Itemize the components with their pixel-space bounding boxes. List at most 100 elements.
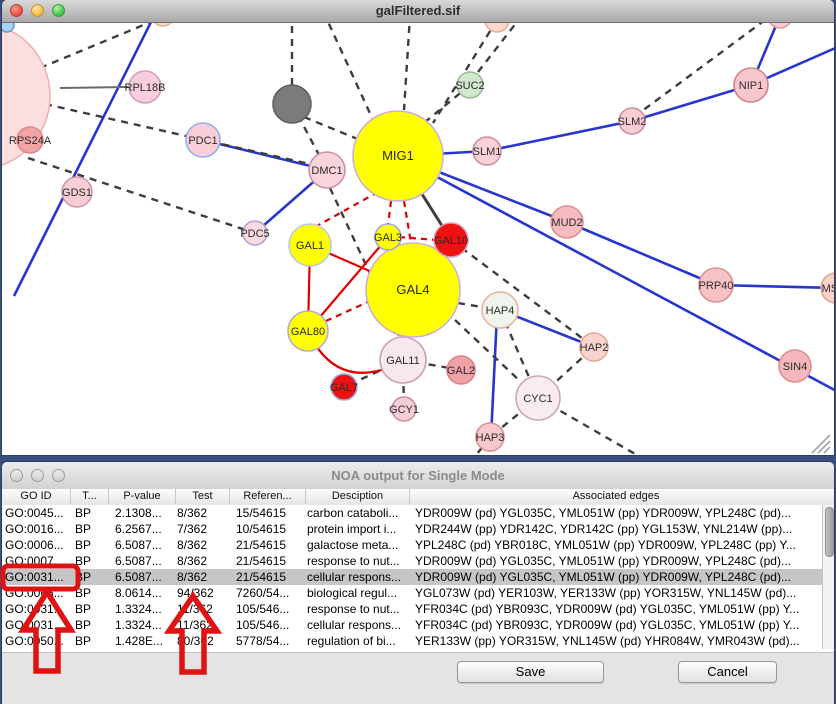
cell-test: 8/362 [177, 570, 229, 585]
cell-referen-: 105/546... [236, 618, 305, 633]
cell-desciption: response to nut... [307, 554, 409, 569]
node-label: MIG1 [382, 148, 414, 163]
cell-test: 11/362 [177, 618, 229, 633]
noa-window-titlebar[interactable]: NOA output for Single Mode [2, 462, 834, 490]
vertical-scrollbar[interactable] [822, 505, 834, 649]
cell-referen-: 21/54615 [236, 554, 305, 569]
resize-grip-icon[interactable] [812, 435, 830, 453]
network-canvas[interactable]: RPL18BRPS24APDC1GDS1DMC1PDC5MIG1SUC2SLM1… [2, 22, 834, 455]
cell-go-id: GO:0065... [5, 586, 70, 601]
network-window-title: galFiltered.sif [2, 3, 834, 18]
cell-go-id: GO:0050... [5, 634, 70, 649]
cell-associated-edges: YPL248C (pd) YBR018C, YML051W (pp) YDR00… [415, 538, 822, 553]
network-edge[interactable] [632, 85, 751, 121]
cell-desciption: protein import i... [307, 522, 409, 537]
column-header-2[interactable]: P-value [108, 489, 175, 504]
table-row[interactable]: GO:0006...BP6.5087...8/36221/54615galact… [2, 537, 822, 553]
node-partial-top[interactable] [485, 22, 509, 32]
cell-go-id: GO:0031... [5, 602, 70, 617]
cell-t-: BP [75, 522, 108, 537]
table-row[interactable]: GO:0050...BP1.428E...80/3625778/54...reg… [2, 633, 822, 649]
cell-associated-edges: YFR034C (pd) YBR093C, YDR009W (pd) YGL03… [415, 602, 822, 617]
cell-test: 11/362 [177, 602, 229, 617]
column-header-6[interactable]: Associated edges [409, 489, 822, 504]
table-row[interactable]: GO:0045...BP2.1308...8/36215/54615carbon… [2, 505, 822, 521]
scrollbar-thumb[interactable] [825, 507, 834, 557]
node-label: RPS24A [9, 135, 52, 147]
network-edge[interactable] [304, 117, 360, 140]
node-label: GAL11 [386, 355, 419, 367]
network-edge[interactable] [487, 121, 632, 151]
cell-referen-: 105/546... [236, 602, 305, 617]
table-body: GO:0045...BP2.1308...8/36215/54615carbon… [2, 505, 834, 652]
node-unlabeled-corner[interactable] [2, 22, 14, 32]
cell-desciption: biological regul... [307, 586, 409, 601]
table-row[interactable]: GO:0031...BP1.3324...11/362105/546...cel… [2, 617, 822, 633]
network-edge[interactable] [60, 87, 130, 88]
cell-t-: BP [75, 634, 108, 649]
node-gray[interactable] [273, 85, 311, 123]
cell-associated-edges: YER133W (pp) YOR315W, YNL145W (pd) YHR08… [415, 634, 822, 649]
node-label: RPL18B [125, 82, 166, 94]
column-header-3[interactable]: Test [175, 489, 229, 504]
cell-t-: BP [75, 554, 108, 569]
cell-desciption: galactose meta... [307, 538, 409, 553]
network-window-titlebar[interactable]: galFiltered.sif [2, 0, 834, 23]
cell-desciption: response to nut... [307, 602, 409, 617]
table-row[interactable]: GO:0065...BP8.0614...94/3627260/54...bio… [2, 585, 822, 601]
node-label: SLM2 [618, 116, 647, 128]
node-label: HAP2 [580, 342, 609, 354]
network-edge[interactable] [567, 222, 716, 285]
save-button[interactable]: Save [457, 661, 604, 683]
cell-desciption: cellular respons... [307, 570, 409, 585]
network-edge[interactable] [404, 201, 411, 243]
node-label: SIN4 [783, 361, 807, 373]
network-edge[interactable] [326, 301, 370, 321]
network-edge[interactable] [315, 192, 378, 227]
table-row[interactable]: GO:0031...BP6.5087...8/36221/54615cellul… [2, 569, 822, 585]
noa-window-title: NOA output for Single Mode [2, 468, 834, 483]
cell-referen-: 15/54615 [236, 506, 305, 521]
cell-test: 80/362 [177, 634, 229, 649]
network-edge[interactable] [399, 237, 436, 240]
cell-referen-: 5778/54... [236, 634, 305, 649]
node-label: GAL7 [330, 382, 358, 394]
column-header-5[interactable]: Desciption [305, 489, 409, 504]
column-header-4[interactable]: Referen... [229, 489, 305, 504]
table-header: GO IDT...P-valueTestReferen...Desciption… [2, 489, 834, 506]
cell-test: 8/362 [177, 554, 229, 569]
network-edge[interactable] [491, 315, 497, 437]
node-label: GAL10 [434, 235, 468, 247]
noa-output-window: NOA output for Single Mode GO IDT...P-va… [2, 462, 834, 704]
cell-desciption: cellular respons... [307, 618, 409, 633]
cell-desciption: regulation of bi... [307, 634, 409, 649]
node-label: HAP3 [476, 432, 505, 444]
cell-p-value: 1.3324... [115, 618, 175, 633]
cell-t-: BP [75, 586, 108, 601]
cell-go-id: GO:0006... [5, 538, 70, 553]
cancel-button[interactable]: Cancel [678, 661, 777, 683]
table-row[interactable]: GO:0016...BP6.2567...7/36210/54615protei… [2, 521, 822, 537]
node-label: SLM1 [473, 146, 502, 158]
node-label: PDC5 [240, 228, 269, 240]
network-edge[interactable] [451, 240, 594, 347]
node-label: GAL2 [447, 365, 475, 377]
column-header-0[interactable]: GO ID [2, 489, 70, 504]
table-row[interactable]: GO:0031...BP1.3324...11/362105/546...res… [2, 601, 822, 617]
table-row[interactable]: GO:0007...BP6.5087...8/36221/54615respon… [2, 553, 822, 569]
node-label: GAL1 [296, 240, 324, 252]
cell-associated-edges: YFR034C (pd) YBR093C, YDR009W (pd) YGL03… [415, 618, 822, 633]
cell-go-id: GO:0031... [5, 618, 70, 633]
node-label: GAL80 [291, 326, 325, 338]
cell-go-id: GO:0016... [5, 522, 70, 537]
network-edge[interactable] [40, 22, 170, 68]
column-header-1[interactable]: T... [70, 489, 108, 504]
cell-test: 7/362 [177, 522, 229, 537]
node-label: DMC1 [311, 165, 342, 177]
network-edge[interactable] [388, 201, 391, 225]
network-edge[interactable] [318, 22, 374, 122]
network-edge[interactable] [404, 22, 411, 110]
cell-t-: BP [75, 506, 108, 521]
node-label: GCY1 [389, 404, 419, 416]
node-label: SUC2 [455, 80, 484, 92]
